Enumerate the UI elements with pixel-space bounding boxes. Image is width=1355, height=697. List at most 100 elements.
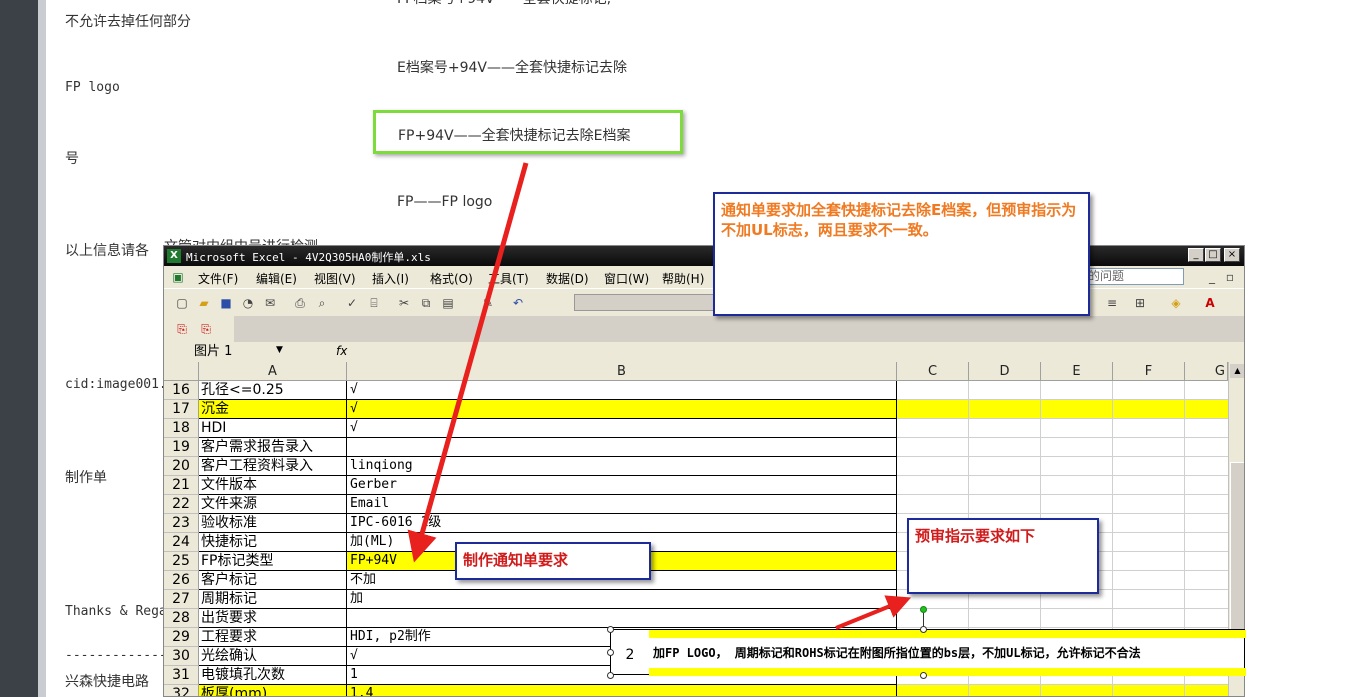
row-header[interactable]: 31 <box>164 666 199 685</box>
cell-b[interactable]: √ <box>347 419 897 438</box>
resize-handle-ml[interactable] <box>607 649 614 656</box>
open-icon[interactable]: ▰ <box>196 295 212 311</box>
cell-a[interactable]: 沉金 <box>199 400 347 419</box>
save-icon[interactable]: ■ <box>218 295 234 311</box>
cell-a[interactable]: HDI <box>199 419 347 438</box>
cell-a[interactable]: 电镀填孔次数 <box>199 666 347 685</box>
new-icon[interactable]: ▢ <box>174 295 190 311</box>
pdf-mail-icon[interactable]: ⎘ <box>198 321 214 337</box>
row-header[interactable]: 24 <box>164 533 199 552</box>
column-header-b[interactable]: B <box>347 362 897 381</box>
cells-c-to-g[interactable] <box>897 400 1228 419</box>
doc-restore-icon[interactable]: ▫ <box>1222 269 1238 285</box>
format-painter-icon[interactable]: ✎ <box>480 295 496 311</box>
pdf-convert-icon[interactable]: ⎘ <box>174 321 190 337</box>
row-header[interactable]: 16 <box>164 381 199 400</box>
cell-b[interactable]: Email <box>347 495 897 514</box>
cells-c-to-g[interactable] <box>897 438 1228 457</box>
row-header[interactable]: 32 <box>164 685 199 696</box>
resize-handle-tm[interactable] <box>920 626 927 633</box>
fx-icon[interactable]: fx <box>336 344 347 358</box>
email-icon[interactable]: ✉ <box>262 295 278 311</box>
cells-c-to-g[interactable] <box>897 457 1228 476</box>
cell-a[interactable]: 光绘确认 <box>199 647 347 666</box>
column-header-f[interactable]: F <box>1113 362 1185 381</box>
menu-data[interactable]: 数据(D) <box>546 270 589 287</box>
cell-b[interactable]: Gerber <box>347 476 897 495</box>
cell-b[interactable]: 1.4 <box>347 685 897 696</box>
cells-c-to-g[interactable] <box>897 419 1228 438</box>
minimize-button[interactable]: _ <box>1188 248 1204 262</box>
font-color-icon[interactable]: A <box>1202 295 1218 311</box>
copy-icon[interactable]: ⧉ <box>418 295 434 311</box>
cells-c-to-g[interactable] <box>897 495 1228 514</box>
row-header[interactable]: 30 <box>164 647 199 666</box>
borders-icon[interactable]: ⊞ <box>1132 295 1148 311</box>
column-header-a[interactable]: A <box>199 362 347 381</box>
cell-b[interactable] <box>347 609 897 628</box>
menu-insert[interactable]: 插入(I) <box>372 270 409 287</box>
fill-color-icon[interactable]: ◈ <box>1168 295 1184 311</box>
row-header[interactable]: 28 <box>164 609 199 628</box>
column-header-c[interactable]: C <box>897 362 969 381</box>
name-box[interactable]: 图片 1 <box>166 343 288 360</box>
menu-edit[interactable]: 编辑(E) <box>256 270 297 287</box>
row-header[interactable]: 26 <box>164 571 199 590</box>
cell-a[interactable]: 客户需求报告录入 <box>199 438 347 457</box>
workbook-icon[interactable]: ▣ <box>170 269 186 285</box>
menu-help[interactable]: 帮助(H) <box>662 270 704 287</box>
row-header[interactable]: 18 <box>164 419 199 438</box>
cell-a[interactable]: 验收标准 <box>199 514 347 533</box>
row-header[interactable]: 27 <box>164 590 199 609</box>
undo-icon[interactable]: ↶ <box>510 295 526 311</box>
menu-file[interactable]: 文件(F) <box>198 270 238 287</box>
cell-b[interactable] <box>347 438 897 457</box>
print-preview-icon[interactable]: ⌕ <box>314 295 330 311</box>
cells-c-to-g[interactable] <box>897 609 1228 628</box>
cell-a[interactable]: FP标记类型 <box>199 552 347 571</box>
name-box-dropdown-icon[interactable]: ▼ <box>276 345 283 355</box>
row-header[interactable]: 25 <box>164 552 199 571</box>
cell-a[interactable]: 出货要求 <box>199 609 347 628</box>
select-all-corner[interactable] <box>164 362 199 381</box>
cell-a[interactable]: 工程要求 <box>199 628 347 647</box>
cell-a[interactable]: 文件版本 <box>199 476 347 495</box>
cell-a[interactable]: 文件来源 <box>199 495 347 514</box>
row-header[interactable]: 22 <box>164 495 199 514</box>
cell-b[interactable]: IPC-6016 1级 <box>347 514 897 533</box>
cell-b[interactable]: linqiong <box>347 457 897 476</box>
cell-a[interactable]: 快捷标记 <box>199 533 347 552</box>
row-header[interactable]: 23 <box>164 514 199 533</box>
row-header[interactable]: 29 <box>164 628 199 647</box>
row-header[interactable]: 17 <box>164 400 199 419</box>
cell-a[interactable]: 周期标记 <box>199 590 347 609</box>
print-icon[interactable]: ⎙ <box>292 295 308 311</box>
cells-c-to-g[interactable] <box>897 381 1228 400</box>
resize-handle-tl[interactable] <box>607 626 614 633</box>
cut-icon[interactable]: ✂ <box>396 295 412 311</box>
column-header-d[interactable]: D <box>969 362 1041 381</box>
decrease-indent-icon[interactable]: ≡ <box>1104 295 1120 311</box>
doc-minimize-icon[interactable]: _ <box>1204 269 1220 285</box>
cell-a[interactable]: 客户标记 <box>199 571 347 590</box>
menu-format[interactable]: 格式(O) <box>430 270 473 287</box>
cell-b[interactable]: 加 <box>347 590 897 609</box>
menu-window[interactable]: 窗口(W) <box>604 270 649 287</box>
column-header-g[interactable]: G <box>1185 362 1228 381</box>
resize-handle-bl[interactable] <box>607 672 614 679</box>
rotate-handle[interactable] <box>920 606 927 613</box>
menu-tools[interactable]: 工具(T) <box>488 270 529 287</box>
permission-icon[interactable]: ◔ <box>240 295 256 311</box>
cell-a[interactable]: 客户工程资料录入 <box>199 457 347 476</box>
row-header[interactable]: 21 <box>164 476 199 495</box>
spelling-icon[interactable]: ✓ <box>344 295 360 311</box>
row-header[interactable]: 19 <box>164 438 199 457</box>
cell-a[interactable]: 孔径<=0.25 <box>199 381 347 400</box>
cell-a[interactable]: 板厚(mm) <box>199 685 347 696</box>
resize-handle-bm[interactable] <box>920 672 927 679</box>
cell-b[interactable]: √ <box>347 400 897 419</box>
scroll-up-icon[interactable]: ▲ <box>1230 364 1244 378</box>
help-search-box[interactable]: 的问题 <box>1084 268 1184 285</box>
paste-icon[interactable]: ▤ <box>440 295 456 311</box>
maximize-button[interactable]: □ <box>1205 248 1221 262</box>
